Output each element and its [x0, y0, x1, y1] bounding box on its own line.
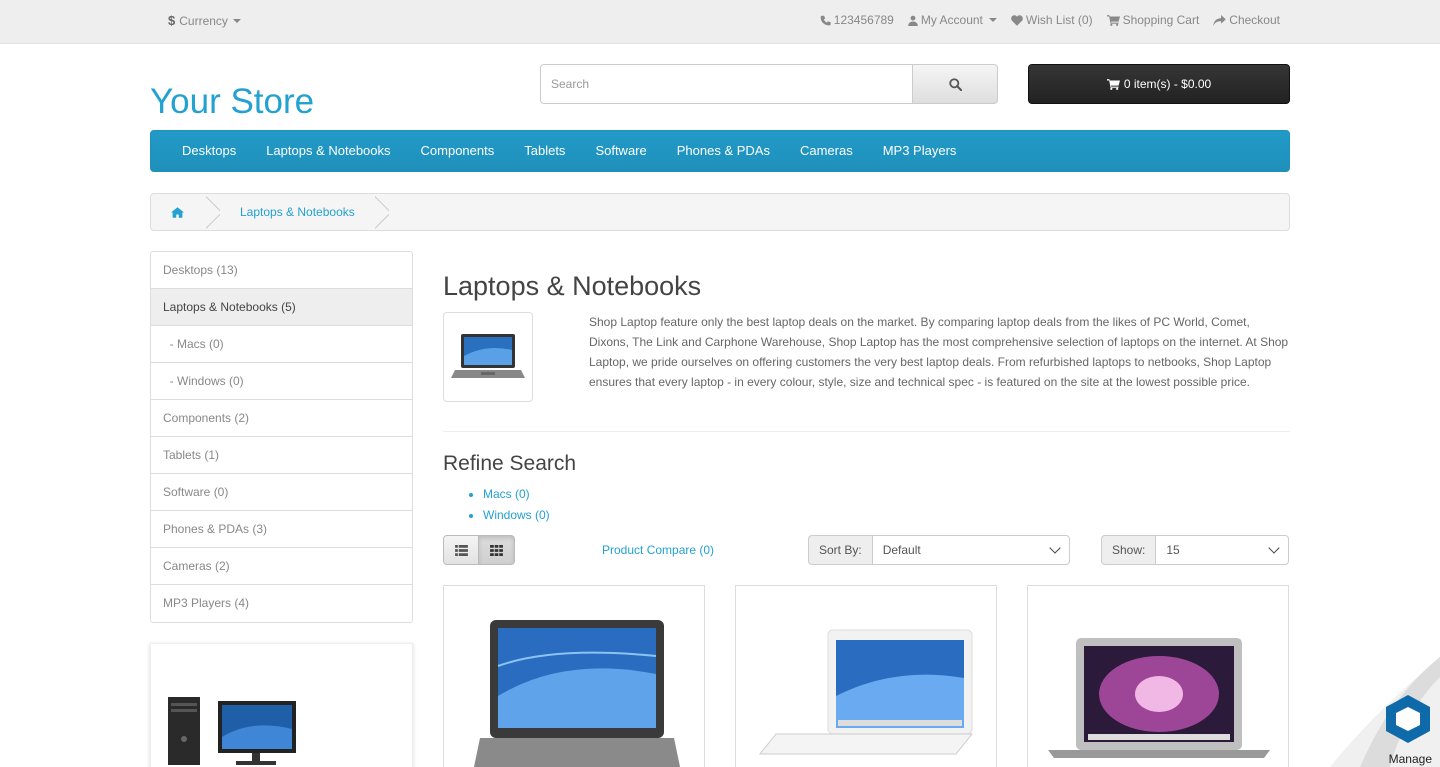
refine-link-macs[interactable]: Macs (0) [483, 487, 530, 501]
cart-total: 0 item(s) - $0.00 [1123, 77, 1212, 91]
laptop-image [473, 620, 681, 767]
show-group: Show: 15 [1101, 535, 1290, 565]
cart-button[interactable]: 0 item(s) - $0.00 [1028, 64, 1290, 104]
breadcrumb-separator [375, 194, 389, 230]
refine-link-windows[interactable]: Windows (0) [483, 508, 550, 522]
chevron-down-icon [1049, 542, 1061, 554]
grid-view-button[interactable] [479, 535, 515, 565]
phone-icon [820, 15, 831, 25]
sort-value: Default [882, 543, 921, 557]
search-input[interactable] [540, 64, 913, 104]
desktop-computer-image [168, 697, 296, 765]
my-account-label: My Account [920, 13, 983, 27]
search-button[interactable] [913, 64, 998, 104]
category-item[interactable]: Tablets (1) [151, 437, 412, 474]
show-label: Show: [1101, 535, 1156, 565]
breadcrumb-link-laptops[interactable]: Laptops & Notebooks [240, 205, 355, 219]
limit-value: 15 [1166, 543, 1180, 557]
caret-down-icon [232, 18, 241, 23]
laptop-image [451, 334, 525, 378]
store-logo[interactable]: Your Store [150, 82, 314, 122]
currency-label: Currency [179, 13, 228, 28]
category-item[interactable]: Cameras (2) [151, 548, 412, 585]
share-icon [1213, 14, 1227, 26]
sort-group: Sort By: Default [808, 535, 1070, 565]
category-item[interactable]: MP3 Players (4) [151, 585, 412, 622]
checkout-link[interactable]: Checkout [1213, 13, 1280, 27]
category-item[interactable]: - Windows (0) [151, 363, 412, 400]
cart-icon [1106, 14, 1120, 26]
menu-item-cameras[interactable]: Cameras [785, 131, 868, 171]
chevron-down-icon [1268, 542, 1281, 554]
product-card[interactable] [735, 585, 997, 767]
menu-item-software[interactable]: Software [580, 131, 661, 171]
manage-widget[interactable]: Manage [1330, 657, 1440, 767]
laptop-image [1048, 638, 1270, 758]
menu-item-laptops[interactable]: Laptops & Notebooks [251, 131, 405, 171]
list-icon [454, 544, 468, 556]
divider [443, 431, 1290, 432]
category-item-active[interactable]: Laptops & Notebooks (5) [151, 289, 412, 326]
phone-link[interactable]: 123456789 [820, 13, 894, 27]
refine-search-title: Refine Search [443, 452, 577, 475]
menu-item-tablets[interactable]: Tablets [509, 131, 580, 171]
product-card[interactable] [443, 585, 705, 767]
checkout-label: Checkout [1229, 13, 1280, 27]
product-toolbar: Product Compare (0) Sort By: Default Sho… [443, 535, 1290, 565]
category-item[interactable]: Components (2) [151, 400, 412, 437]
caret-down-icon [988, 18, 997, 22]
search-icon [948, 77, 962, 91]
category-description: Shop Laptop feature only the best laptop… [589, 315, 1289, 389]
product-compare-link[interactable]: Product Compare (0) [602, 543, 714, 557]
limit-select[interactable]: 15 [1155, 535, 1290, 565]
currency-dropdown[interactable]: $ Currency [168, 13, 241, 28]
sort-select[interactable]: Default [871, 535, 1070, 565]
category-item[interactable]: - Macs (0) [151, 326, 412, 363]
product-grid [443, 585, 1290, 767]
heart-icon [1011, 14, 1023, 26]
category-item[interactable]: Phones & PDAs (3) [151, 511, 412, 548]
refine-item: Windows (0) [483, 505, 1290, 526]
shopping-cart-label: Shopping Cart [1122, 13, 1200, 27]
manage-label: Manage [1388, 752, 1432, 766]
menu-item-mp3[interactable]: MP3 Players [868, 131, 972, 171]
main-menu: Desktops Laptops & Notebooks Components … [150, 130, 1290, 172]
left-column: Desktops (13) Laptops & Notebooks (5) - … [150, 251, 413, 767]
home-icon [171, 206, 184, 218]
search-group [540, 64, 998, 104]
category-thumbnail [443, 312, 533, 402]
category-list: Desktops (13) Laptops & Notebooks (5) - … [150, 251, 413, 623]
user-icon [908, 15, 918, 26]
grid-icon [490, 544, 503, 556]
cart-icon [1106, 78, 1120, 90]
main-content: Laptops & Notebooks Shop Laptop feature … [443, 251, 1290, 767]
wishlist-label: Wish List (0) [1025, 13, 1093, 27]
list-view-button[interactable] [443, 535, 479, 565]
refine-list: Macs (0) Windows (0) [443, 484, 1290, 526]
page-title: Laptops & Notebooks [443, 271, 702, 301]
breadcrumb: Laptops & Notebooks [150, 193, 1290, 231]
my-account-dropdown[interactable]: My Account [908, 13, 997, 27]
laptop-image [758, 629, 974, 755]
menu-item-phones[interactable]: Phones & PDAs [662, 131, 785, 171]
currency-symbol: $ [168, 13, 176, 28]
breadcrumb-separator [206, 194, 220, 230]
category-item[interactable]: Software (0) [151, 474, 412, 511]
promo-banner[interactable] [150, 643, 413, 767]
header: Your Store 0 item(s) - $0.00 [150, 44, 1290, 130]
breadcrumb-item: Laptops & Notebooks [220, 194, 375, 230]
product-card[interactable] [1027, 585, 1289, 767]
category-item[interactable]: Desktops (13) [151, 252, 412, 289]
breadcrumb-home[interactable] [151, 194, 206, 230]
menu-item-components[interactable]: Components [406, 131, 510, 171]
sort-label: Sort By: [808, 535, 872, 565]
refine-item: Macs (0) [483, 484, 1290, 505]
phone-number: 123456789 [833, 13, 894, 27]
wishlist-link[interactable]: Wish List (0) [1011, 13, 1093, 27]
top-bar: $ Currency 123456789 My Account Wish Lis… [0, 0, 1440, 44]
menu-item-desktops[interactable]: Desktops [167, 131, 251, 171]
page-curl-shape [1330, 657, 1440, 767]
shopping-cart-link[interactable]: Shopping Cart [1106, 13, 1200, 27]
